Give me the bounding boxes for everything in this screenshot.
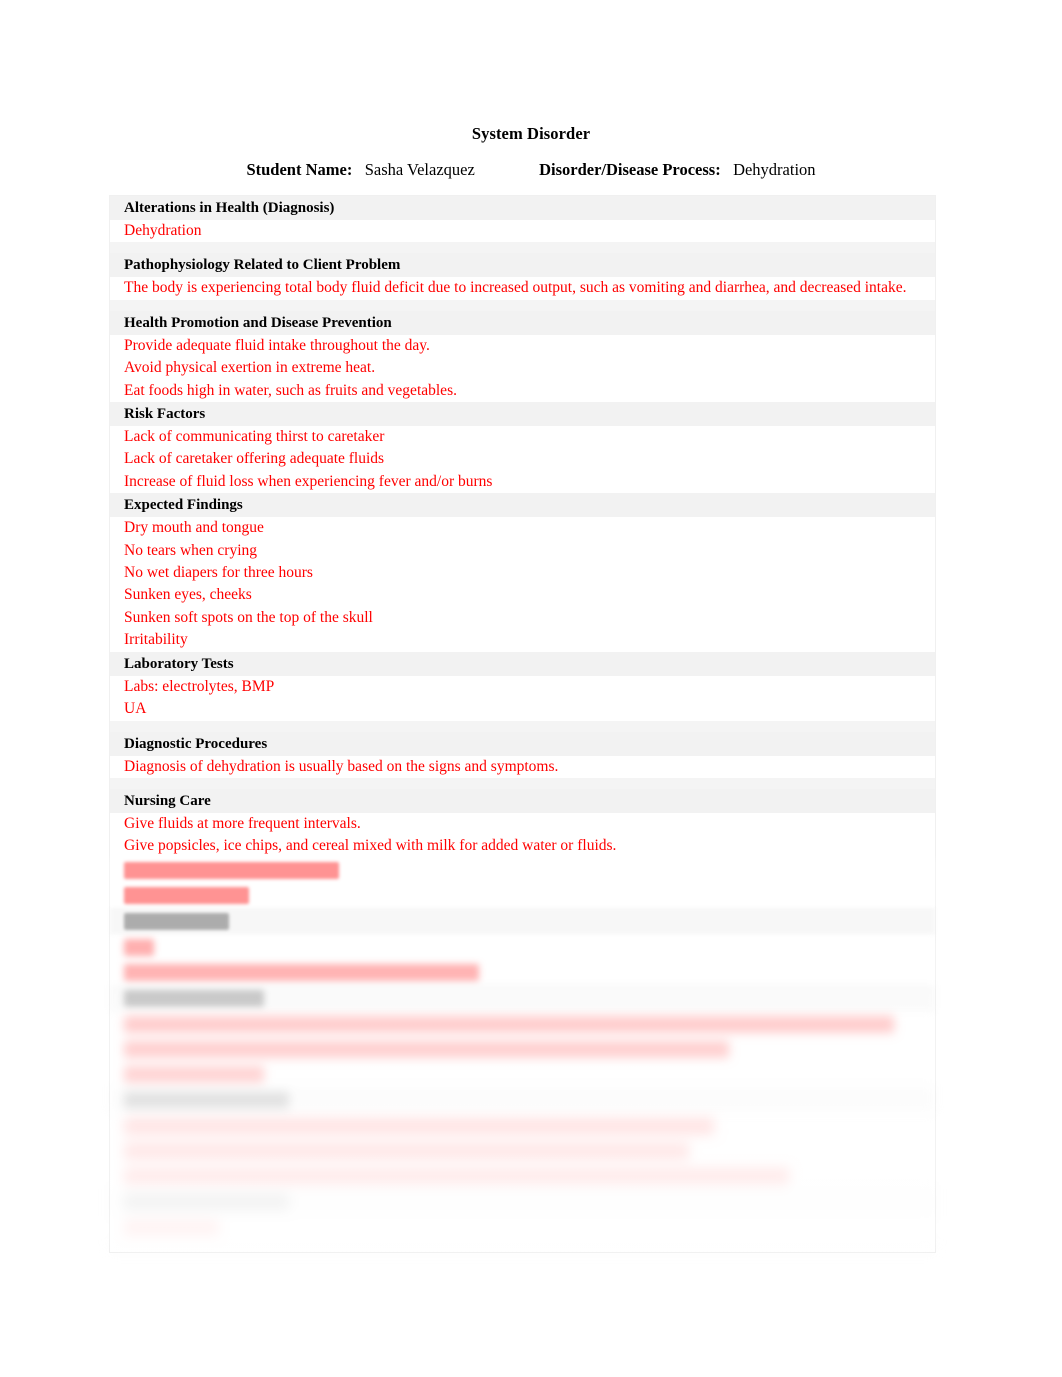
section-heading: Diagnostic Procedures: [110, 731, 935, 756]
section-line: Irritability: [124, 631, 188, 649]
row-spacer: [110, 720, 935, 732]
section-line: Increase of fluid loss when experiencing…: [124, 472, 493, 490]
obscured-body: [110, 934, 935, 960]
student-name-value: Sasha Velazquez: [364, 160, 475, 179]
section-heading: Alterations in Health (Diagnosis): [110, 196, 935, 220]
section-line: Lack of communicating thirst to caretake…: [124, 428, 385, 446]
document-page: System Disorder Student Name: Sasha Vela…: [0, 0, 1062, 1377]
section-body: Provide adequate fluid intake throughout…: [110, 334, 935, 403]
section-line: No tears when crying: [124, 541, 257, 559]
system-disorder-table: Alterations in Health (Diagnosis) Dehydr…: [110, 196, 935, 1252]
row-spacer: [110, 299, 935, 311]
section-line: Give fluids at more frequent intervals.: [124, 814, 361, 832]
section-health-promotion: Health Promotion and Disease Prevention …: [110, 310, 935, 403]
obscured-body: [110, 1061, 935, 1087]
section-diagnostic-procedures: Diagnostic Procedures Diagnosis of dehyd…: [110, 731, 935, 778]
section-expected-findings: Expected Findings Dry mouth and tongue N…: [110, 493, 935, 652]
section-heading: Laboratory Tests: [110, 651, 935, 676]
disorder-process-value: Dehydration: [733, 160, 816, 179]
obscured-heading: [110, 984, 935, 1012]
obscured-line: [124, 1015, 894, 1033]
section-heading: Risk Factors: [110, 402, 935, 427]
section-body: Give fluids at more frequent intervals. …: [110, 812, 935, 858]
obscured-line: [124, 1193, 289, 1211]
section-line: The body is experiencing total body flui…: [124, 279, 907, 297]
obscured-body: [110, 857, 935, 883]
obscured-block: [110, 857, 935, 935]
section-line: Diagnosis of dehydration is usually base…: [124, 757, 559, 775]
row-spacer: [110, 777, 935, 789]
section-body: The body is experiencing total body flui…: [110, 277, 935, 300]
section-alterations-in-health: Alterations in Health (Diagnosis) Dehydr…: [110, 196, 935, 243]
section-heading: Health Promotion and Disease Prevention: [110, 310, 935, 335]
obscured-line: [124, 1142, 689, 1160]
obscured-body: [110, 1036, 935, 1062]
obscured-line: [124, 1117, 714, 1135]
obscured-line: [124, 938, 154, 956]
section-line: Lack of caretaker offering adequate flui…: [124, 450, 385, 468]
obscured-body: [110, 959, 935, 985]
obscured-heading: [110, 907, 935, 935]
obscured-line: [124, 1040, 729, 1058]
row-spacer: [110, 242, 935, 254]
section-risk-factors: Risk Factors Lack of communicating thirs…: [110, 402, 935, 494]
section-line: Sunken eyes, cheeks: [124, 586, 252, 604]
section-heading: Pathophysiology Related to Client Proble…: [110, 253, 935, 278]
obscured-body: [110, 1011, 935, 1037]
obscured-body: [110, 1113, 935, 1139]
obscured-line: [124, 886, 249, 904]
obscured-body: [110, 1215, 935, 1241]
obscured-block: [110, 934, 935, 1012]
obscured-line: [124, 1091, 289, 1109]
section-line: Dehydration: [124, 222, 202, 239]
student-name-label: Student Name:: [246, 160, 353, 179]
section-body: Dehydration: [110, 220, 935, 243]
obscured-line: [124, 989, 264, 1007]
obscured-line: [124, 912, 229, 930]
section-line: Sunken soft spots on the top of the skul…: [124, 608, 373, 626]
obscured-body: [110, 1138, 935, 1164]
obscured-line: [124, 861, 339, 879]
section-body: Dry mouth and tongue No tears when cryin…: [110, 517, 935, 652]
obscured-line: [124, 1065, 264, 1083]
row-spacer: [110, 1240, 935, 1252]
section-heading: Nursing Care: [110, 788, 935, 813]
disorder-process-label: Disorder/Disease Process:: [539, 160, 721, 179]
section-pathophysiology: Pathophysiology Related to Client Proble…: [110, 253, 935, 300]
obscured-heading: [110, 1188, 935, 1216]
page-title: System Disorder: [471, 124, 591, 143]
obscured-block: [110, 1113, 935, 1252]
obscured-line: [124, 1219, 219, 1237]
obscured-line: [124, 963, 479, 981]
section-line: Eat foods high in water, such as fruits …: [124, 381, 457, 399]
obscured-block: [110, 1011, 935, 1114]
section-line: UA: [124, 700, 147, 718]
obscured-body: [110, 882, 935, 908]
section-laboratory-tests: Laboratory Tests Labs: electrolytes, BMP…: [110, 651, 935, 721]
section-line: Give popsicles, ice chips, and cereal mi…: [124, 837, 617, 855]
section-body: Lack of communicating thirst to caretake…: [110, 426, 935, 494]
section-nursing-care: Nursing Care Give fluids at more frequen…: [110, 788, 935, 858]
section-body: Diagnosis of dehydration is usually base…: [110, 755, 935, 778]
obscured-line: [124, 1167, 789, 1185]
obscured-body: [110, 1163, 935, 1189]
section-line: Provide adequate fluid intake throughout…: [124, 336, 430, 354]
obscured-heading: [110, 1086, 935, 1114]
section-heading: Expected Findings: [110, 493, 935, 518]
section-line: No wet diapers for three hours: [124, 564, 313, 582]
document-meta-row: Student Name: Sasha Velazquez Disorder/D…: [0, 160, 1062, 180]
section-body: Labs: electrolytes, BMP UA: [110, 675, 935, 721]
section-line: Dry mouth and tongue: [124, 519, 264, 537]
section-line: Labs: electrolytes, BMP: [124, 677, 275, 695]
section-line: Avoid physical exertion in extreme heat.: [124, 359, 376, 377]
obscured-region: [110, 857, 935, 1252]
